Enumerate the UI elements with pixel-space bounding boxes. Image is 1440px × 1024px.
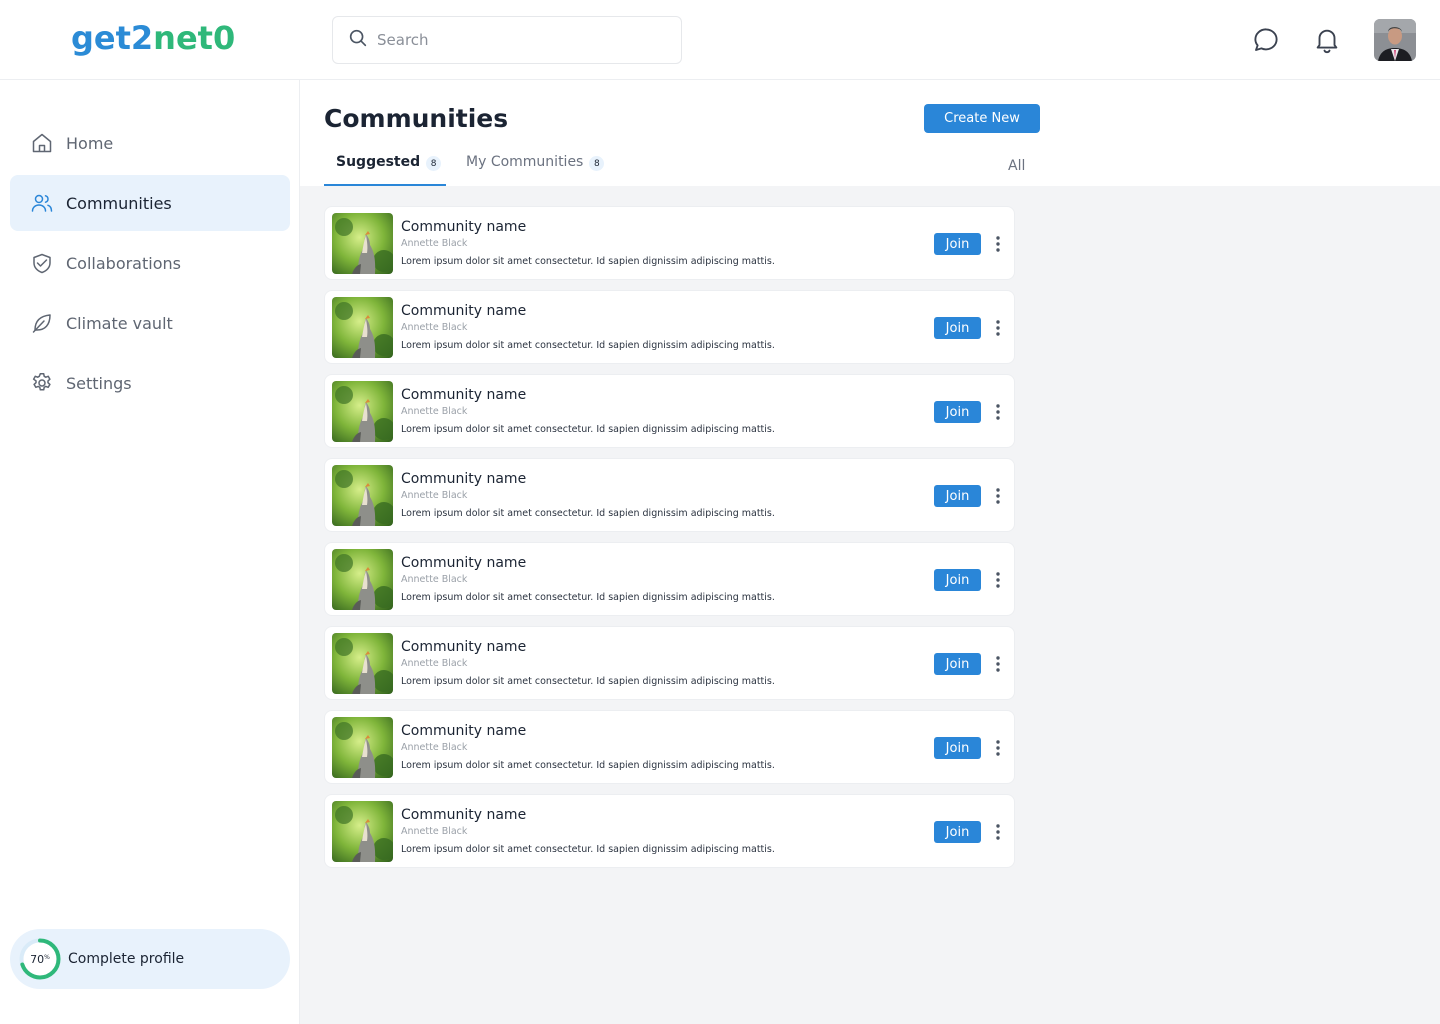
community-name: Community name: [401, 723, 527, 739]
bell-icon[interactable]: [1311, 24, 1343, 56]
community-name: Community name: [401, 471, 527, 487]
community-description: Lorem ipsum dolor sit amet consectetur. …: [401, 256, 775, 267]
complete-profile-card[interactable]: 70% Complete profile: [10, 929, 290, 989]
community-thumbnail: [332, 633, 393, 694]
search-input[interactable]: [377, 31, 657, 49]
community-description: Lorem ipsum dolor sit amet consectetur. …: [401, 592, 775, 603]
page-title: Communities: [324, 104, 509, 133]
community-thumbnail: [332, 801, 393, 862]
handshake-icon: [30, 251, 54, 275]
community-card[interactable]: Community name Annette Black Lorem ipsum…: [324, 710, 1015, 784]
tab-count-badge: 8: [589, 156, 605, 171]
create-new-button[interactable]: Create New: [924, 104, 1040, 133]
join-button[interactable]: Join: [934, 233, 981, 255]
community-thumbnail: [332, 213, 393, 274]
community-description: Lorem ipsum dolor sit amet consectetur. …: [401, 424, 775, 435]
sidebar-item-label: Climate vault: [66, 313, 173, 333]
community-card[interactable]: Community name Annette Black Lorem ipsum…: [324, 374, 1015, 448]
sidebar-item-label: Home: [66, 133, 114, 153]
sidebar-item-climate-vault[interactable]: Climate vault: [10, 295, 290, 351]
main-content: Communities Create New Suggested 8 My Co…: [300, 80, 1440, 1024]
more-options-icon[interactable]: [989, 821, 1007, 843]
tab-label: My Communities: [466, 154, 584, 170]
tab-my-communities[interactable]: My Communities 8: [466, 154, 616, 186]
logo[interactable]: get2net0: [71, 18, 235, 58]
community-name: Community name: [401, 639, 527, 655]
sidebar-item-label: Communities: [66, 193, 172, 213]
community-owner: Annette Black: [401, 742, 468, 753]
community-owner: Annette Black: [401, 574, 468, 585]
community-description: Lorem ipsum dolor sit amet consectetur. …: [401, 508, 775, 519]
community-thumbnail: [332, 381, 393, 442]
community-thumbnail: [332, 465, 393, 526]
chat-icon[interactable]: [1250, 24, 1282, 56]
sidebar-item-communities[interactable]: Communities: [10, 175, 290, 231]
tab-count-badge: 8: [426, 156, 442, 171]
more-options-icon[interactable]: [989, 737, 1007, 759]
more-options-icon[interactable]: [989, 317, 1007, 339]
community-owner: Annette Black: [401, 658, 468, 669]
community-name: Community name: [401, 303, 527, 319]
community-name: Community name: [401, 807, 527, 823]
community-card[interactable]: Community name Annette Black Lorem ipsum…: [324, 794, 1015, 868]
search-icon: [347, 27, 369, 53]
tab-all[interactable]: All: [1008, 158, 1025, 174]
community-owner: Annette Black: [401, 406, 468, 417]
community-thumbnail: [332, 717, 393, 778]
top-bar: get2net0: [0, 0, 1440, 80]
community-description: Lorem ipsum dolor sit amet consectetur. …: [401, 844, 775, 855]
community-name: Community name: [401, 555, 527, 571]
complete-profile-label: Complete profile: [68, 951, 185, 967]
tab-label: Suggested: [336, 154, 421, 170]
community-description: Lorem ipsum dolor sit amet consectetur. …: [401, 760, 775, 771]
community-name: Community name: [401, 387, 527, 403]
join-button[interactable]: Join: [934, 569, 981, 591]
community-owner: Annette Black: [401, 322, 468, 333]
community-owner: Annette Black: [401, 826, 468, 837]
community-owner: Annette Black: [401, 490, 468, 501]
main-header: Communities Create New Suggested 8 My Co…: [300, 80, 1440, 186]
more-options-icon[interactable]: [989, 653, 1007, 675]
sidebar-item-settings[interactable]: Settings: [10, 355, 290, 411]
community-card[interactable]: Community name Annette Black Lorem ipsum…: [324, 626, 1015, 700]
community-card[interactable]: Community name Annette Black Lorem ipsum…: [324, 458, 1015, 532]
community-name: Community name: [401, 219, 527, 235]
join-button[interactable]: Join: [934, 317, 981, 339]
community-card[interactable]: Community name Annette Black Lorem ipsum…: [324, 290, 1015, 364]
more-options-icon[interactable]: [989, 233, 1007, 255]
sidebar-item-label: Settings: [66, 373, 132, 393]
join-button[interactable]: Join: [934, 821, 981, 843]
join-button[interactable]: Join: [934, 737, 981, 759]
more-options-icon[interactable]: [989, 569, 1007, 591]
community-description: Lorem ipsum dolor sit amet consectetur. …: [401, 340, 775, 351]
search-box[interactable]: [332, 16, 682, 64]
sidebar-item-collaborations[interactable]: Collaborations: [10, 235, 290, 291]
join-button[interactable]: Join: [934, 485, 981, 507]
sidebar-item-home[interactable]: Home: [10, 115, 290, 171]
logo-text-part1: get2: [71, 19, 154, 57]
logo-text-part2: net0: [153, 19, 236, 57]
community-card[interactable]: Community name Annette Black Lorem ipsum…: [324, 542, 1015, 616]
community-card[interactable]: Community name Annette Black Lorem ipsum…: [324, 206, 1015, 280]
sidebar: Home Communities Collaborations Climate …: [0, 80, 300, 1024]
community-owner: Annette Black: [401, 238, 468, 249]
gear-icon: [30, 371, 54, 395]
sidebar-item-label: Collaborations: [66, 253, 181, 273]
more-options-icon[interactable]: [989, 401, 1007, 423]
profile-progress-ring: 70%: [18, 937, 62, 981]
leaf-icon: [30, 311, 54, 335]
users-icon: [30, 191, 54, 215]
join-button[interactable]: Join: [934, 401, 981, 423]
more-options-icon[interactable]: [989, 485, 1007, 507]
user-avatar[interactable]: [1374, 19, 1416, 61]
join-button[interactable]: Join: [934, 653, 981, 675]
home-icon: [30, 131, 54, 155]
community-thumbnail: [332, 549, 393, 610]
profile-progress-text: 70%: [30, 952, 50, 966]
community-description: Lorem ipsum dolor sit amet consectetur. …: [401, 676, 775, 687]
community-thumbnail: [332, 297, 393, 358]
tab-suggested[interactable]: Suggested 8: [324, 154, 446, 186]
